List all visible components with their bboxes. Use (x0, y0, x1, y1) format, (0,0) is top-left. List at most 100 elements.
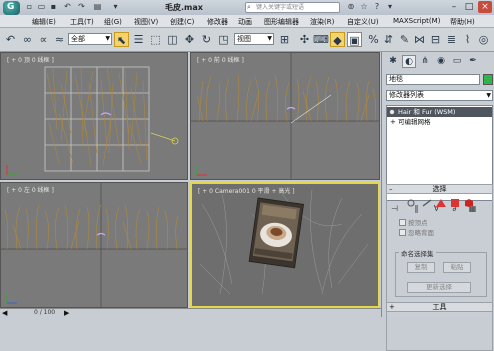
angle-snap-icon[interactable]: ▣ (347, 32, 362, 47)
percent-snap-icon[interactable]: % (366, 32, 381, 47)
update-selection-button[interactable]: 更新选择 (407, 282, 471, 293)
menu-animation[interactable]: 动画 (238, 17, 252, 27)
new-file-icon[interactable]: ▫ (24, 2, 35, 12)
select-link-icon[interactable]: ∞ (20, 32, 35, 47)
display-tab-icon[interactable]: ▭ (450, 55, 464, 68)
time-slider-right-arrow-icon[interactable]: ▶ (64, 309, 69, 317)
keyboard-shortcut-override-icon[interactable]: ⌨ (313, 32, 329, 47)
menu-group[interactable]: 组(G) (104, 17, 122, 27)
bind-space-warp-icon[interactable]: ≈ (52, 32, 67, 47)
menu-edit[interactable]: 编辑(E) (32, 17, 56, 27)
quick-access-dropdown-icon[interactable]: ▾ (110, 2, 121, 12)
communication-center-icon[interactable]: ☆ (358, 1, 370, 13)
select-object-icon[interactable]: ⬉ (114, 32, 129, 47)
viewport-top[interactable]: [ + 0 顶 0 线框 ] (0, 52, 188, 180)
menu-help[interactable]: 帮助(H) (450, 17, 475, 27)
info-dropdown-icon[interactable]: ▾ (384, 1, 396, 13)
viewport-front[interactable]: [ + 0 前 0 线框 ] (190, 52, 380, 180)
minimize-icon[interactable]: – (447, 1, 461, 13)
menu-tools[interactable]: 工具(T) (70, 17, 94, 27)
hierarchy-tab-icon[interactable]: ⋔ (418, 55, 432, 68)
spinner-snap-icon[interactable]: ⇵ (381, 32, 396, 47)
select-and-rotate-icon[interactable]: ↻ (199, 32, 214, 47)
stack-item-label: Hair 和 Fur (WSM) (398, 108, 456, 116)
rollout-tools-header[interactable]: + 工具 (386, 302, 493, 312)
redo-icon[interactable]: ↷ (76, 2, 87, 12)
rollout-selection-header[interactable]: – 选择 (386, 184, 493, 194)
chevron-down-icon: ▼ (486, 92, 491, 99)
stack-item-editable-mesh[interactable]: + 可编辑网格 (387, 117, 492, 127)
select-manipulate-icon[interactable]: ✣ (297, 32, 312, 47)
mirror-icon[interactable]: ⋈ (412, 32, 427, 47)
select-and-move-icon[interactable]: ✥ (182, 32, 197, 47)
menu-views[interactable]: 视图(V) (134, 17, 158, 27)
app-icon-letter: G (7, 2, 15, 12)
window-crossing-icon[interactable]: ◫ (165, 32, 180, 47)
app-menu-icon[interactable]: G (3, 1, 20, 15)
unlink-icon[interactable]: ∝ (36, 32, 51, 47)
element-select-icon[interactable] (463, 198, 475, 208)
time-slider-left-arrow-icon[interactable]: ◀ (2, 309, 7, 317)
select-and-scale-icon[interactable]: ◳ (216, 32, 231, 47)
stack-item-hair-fur[interactable]: Hair 和 Fur (WSM) (387, 107, 492, 117)
snaps-toggle-icon[interactable]: ◆ (330, 32, 345, 47)
face-select-icon[interactable] (435, 198, 447, 208)
reference-coord-dropdown[interactable]: 视图 ▼ (234, 33, 274, 45)
motion-tab-icon[interactable]: ◉ (434, 55, 448, 68)
align-icon[interactable]: ⊟ (428, 32, 443, 47)
undo-scene-icon[interactable]: ↶ (3, 32, 18, 47)
viewport-left[interactable]: [ + 0 左 0 线框 ] (0, 182, 188, 308)
create-tab-icon[interactable]: ✱ (386, 55, 400, 68)
object-color-swatch[interactable] (483, 74, 493, 85)
menu-rendering[interactable]: 渲染(R) (310, 17, 334, 27)
search-placeholder: 键入关键字或短语 (256, 4, 305, 11)
open-file-icon[interactable]: ▭ (36, 2, 47, 12)
object-name-field[interactable]: 地毯 (386, 74, 480, 85)
select-by-name-icon[interactable]: ☰ (131, 32, 146, 47)
ignore-backface-checkbox[interactable]: 忽略背面 (399, 227, 434, 237)
menu-graph-editors[interactable]: 图形编辑器 (264, 17, 299, 27)
search-input[interactable]: ⌕ 键入关键字或短语 (245, 2, 340, 13)
save-file-icon[interactable]: ▪ (48, 2, 59, 12)
viewport-camera[interactable]: [ + 0 Camera001 0 平滑 + 高光 ] (190, 182, 380, 308)
material-editor-icon[interactable]: ◎ (476, 32, 491, 47)
menu-create[interactable]: 创建(C) (170, 17, 194, 27)
paste-button[interactable]: 粘贴 (443, 262, 471, 273)
close-icon[interactable]: × (478, 1, 492, 13)
left-view-grass (1, 183, 187, 307)
menu-maxscript[interactable]: MAXScript(M) (393, 17, 440, 25)
light-bulb-icon[interactable] (389, 109, 395, 115)
help-icon[interactable]: ? (371, 1, 383, 13)
copy-button[interactable]: 复制 (407, 262, 435, 273)
chevron-down-icon: ▼ (267, 35, 272, 42)
named-selection-sets-title: 命名选择集 (399, 248, 436, 258)
modifier-list-dropdown[interactable]: 修改器列表 ▼ (386, 90, 493, 101)
camera-view-scene (199, 189, 369, 295)
modifier-list-label: 修改器列表 (389, 91, 424, 99)
menu-customize[interactable]: 自定义(U) (347, 17, 379, 27)
edge-select-icon[interactable] (421, 198, 433, 208)
menu-modifiers[interactable]: 修改器 (207, 17, 228, 27)
restore-icon[interactable]: □ (462, 1, 476, 13)
curve-editor-icon[interactable]: ⌇ (460, 32, 475, 47)
collapse-minus-icon: – (389, 185, 393, 193)
expand-plus-icon[interactable]: + (390, 117, 396, 127)
binoculars-icon[interactable]: ⊚ (345, 1, 357, 13)
layer-manager-icon[interactable]: ≣ (444, 32, 459, 47)
modify-tab-icon[interactable]: ◐ (402, 55, 416, 68)
undo-icon[interactable]: ↶ (62, 2, 73, 12)
polygon-select-icon[interactable] (449, 198, 461, 208)
by-vertex-checkbox[interactable]: 按顶点 (399, 217, 428, 227)
vertex-select-icon[interactable] (405, 198, 417, 208)
reference-coord-value: 视图 (237, 35, 251, 43)
project-folder-icon[interactable]: ▤ (92, 2, 103, 12)
rollout-tools-title: 工具 (432, 303, 447, 311)
named-selection-icon[interactable]: ✎ (397, 32, 412, 47)
menu-bar: 编辑(E) 工具(T) 组(G) 视图(V) 创建(C) 修改器 动画 图形编辑… (0, 15, 494, 28)
pivot-center-icon[interactable]: ⊞ (277, 32, 292, 47)
document-title: 毛皮.max (165, 3, 203, 12)
utilities-tab-icon[interactable]: ✒ (466, 55, 480, 68)
selection-filter-dropdown[interactable]: 全部 ▼ (68, 33, 112, 45)
rect-selection-icon[interactable]: ⬚ (148, 32, 163, 47)
chevron-down-icon: ▼ (105, 35, 110, 42)
